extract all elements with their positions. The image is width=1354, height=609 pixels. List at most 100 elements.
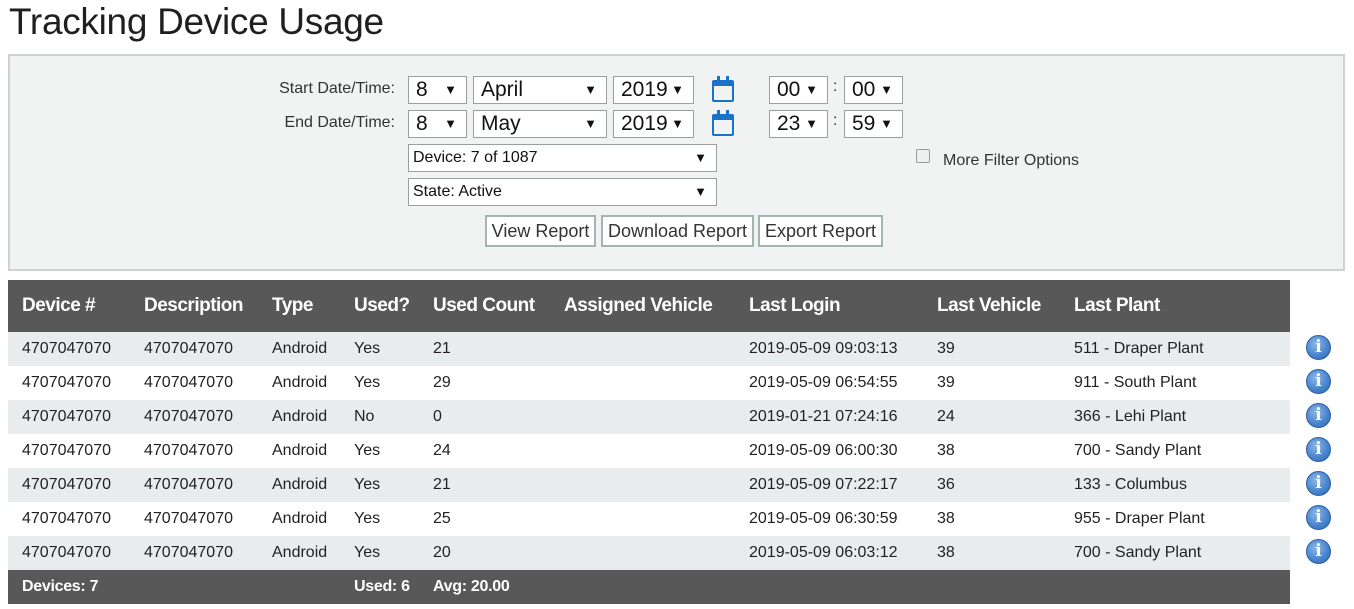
table-cell: 36 bbox=[923, 468, 1060, 502]
info-icon[interactable]: i bbox=[1306, 369, 1331, 394]
table-footer-row: Devices: 7 Used: 6 Avg: 20.00 bbox=[8, 570, 1290, 604]
table-cell: 4707047070 bbox=[8, 366, 130, 400]
view-report-button[interactable]: View Report bbox=[485, 215, 596, 247]
start-day-select[interactable]: 8 ▼ bbox=[408, 76, 467, 104]
start-year-select[interactable]: 2019 ▼ bbox=[613, 76, 694, 104]
info-icon[interactable]: i bbox=[1306, 539, 1331, 564]
end-hour-select[interactable]: 23 ▼ bbox=[769, 110, 828, 138]
start-hour-value: 00 bbox=[777, 78, 801, 101]
table-row[interactable]: 4707047070 4707047070 Android Yes 29 2019-05-… bbox=[8, 366, 1290, 400]
table-cell: 133 - Columbus bbox=[1060, 468, 1290, 502]
table-cell bbox=[550, 400, 735, 434]
more-filter-checkbox[interactable] bbox=[916, 149, 930, 163]
start-day-value: 8 bbox=[416, 78, 428, 101]
download-report-button[interactable]: Download Report bbox=[601, 215, 754, 247]
column-header[interactable]: Device # bbox=[8, 280, 130, 332]
table-row[interactable]: 4707047070 4707047070 Android No 0 2019-01-21… bbox=[8, 400, 1290, 434]
table-cell: 24 bbox=[419, 434, 550, 468]
table-cell: Yes bbox=[340, 434, 419, 468]
used-total: Used: 6 bbox=[340, 570, 419, 604]
table-cell: Yes bbox=[340, 468, 419, 502]
info-icon[interactable]: i bbox=[1306, 335, 1331, 360]
table-cell: Yes bbox=[340, 332, 419, 366]
chevron-down-icon: ▼ bbox=[694, 184, 707, 199]
table-cell: 4707047070 bbox=[130, 502, 258, 536]
table-row[interactable]: 4707047070 4707047070 Android Yes 21 2019-05-… bbox=[8, 332, 1290, 366]
table-cell: 4707047070 bbox=[130, 366, 258, 400]
table-cell: 2019-05-09 06:00:30 bbox=[735, 434, 923, 468]
table-cell: 4707047070 bbox=[8, 468, 130, 502]
table-cell: 38 bbox=[923, 434, 1060, 468]
start-minute-value: 00 bbox=[852, 78, 876, 101]
table-cell: 38 bbox=[923, 536, 1060, 570]
table-cell: 38 bbox=[923, 502, 1060, 536]
start-hour-select[interactable]: 00 ▼ bbox=[769, 76, 828, 104]
end-day-select[interactable]: 8 ▼ bbox=[408, 110, 467, 138]
info-icon[interactable]: i bbox=[1306, 471, 1331, 496]
state-select[interactable]: State: Active ▼ bbox=[408, 178, 717, 206]
time-separator: : bbox=[833, 78, 838, 95]
table-row[interactable]: 4707047070 4707047070 Android Yes 25 2019-05-… bbox=[8, 502, 1290, 536]
calendar-icon[interactable] bbox=[712, 110, 734, 136]
table-cell: 2019-01-21 07:24:16 bbox=[735, 400, 923, 434]
table-cell: 700 - Sandy Plant bbox=[1060, 536, 1290, 570]
end-year-select[interactable]: 2019 ▼ bbox=[613, 110, 694, 138]
column-header[interactable]: Used Count bbox=[419, 280, 550, 332]
start-month-select[interactable]: April ▼ bbox=[473, 76, 607, 104]
table-cell: 21 bbox=[419, 468, 550, 502]
column-header[interactable]: Used? bbox=[340, 280, 419, 332]
table-cell: 4707047070 bbox=[130, 536, 258, 570]
table-cell: 4707047070 bbox=[8, 400, 130, 434]
table-cell: Android bbox=[258, 332, 340, 366]
table-cell: Android bbox=[258, 366, 340, 400]
table-cell: Android bbox=[258, 536, 340, 570]
chevron-down-icon: ▼ bbox=[694, 150, 707, 165]
start-minute-select[interactable]: 00 ▼ bbox=[844, 76, 903, 104]
start-date-label: Start Date/Time: bbox=[279, 80, 395, 97]
export-report-button[interactable]: Export Report bbox=[758, 215, 883, 247]
column-header[interactable]: Last Login bbox=[735, 280, 923, 332]
table-cell bbox=[550, 502, 735, 536]
chevron-down-icon: ▼ bbox=[671, 82, 684, 97]
chevron-down-icon: ▼ bbox=[584, 116, 597, 131]
start-month-value: April bbox=[481, 78, 524, 101]
end-minute-value: 59 bbox=[852, 112, 876, 135]
table-cell: 4707047070 bbox=[130, 400, 258, 434]
table-cell: 2019-05-09 06:54:55 bbox=[735, 366, 923, 400]
table-row[interactable]: 4707047070 4707047070 Android Yes 20 2019-05-… bbox=[8, 536, 1290, 570]
chevron-down-icon: ▼ bbox=[805, 116, 818, 131]
table-cell bbox=[550, 434, 735, 468]
end-date-label: End Date/Time: bbox=[284, 114, 395, 131]
column-header[interactable]: Description bbox=[130, 280, 258, 332]
table-cell: 366 - Lehi Plant bbox=[1060, 400, 1290, 434]
column-header[interactable]: Last Vehicle bbox=[923, 280, 1060, 332]
calendar-icon[interactable] bbox=[712, 76, 734, 102]
chevron-down-icon: ▼ bbox=[880, 116, 893, 131]
info-icon[interactable]: i bbox=[1306, 437, 1331, 462]
end-year-value: 2019 bbox=[621, 112, 668, 135]
info-icon[interactable]: i bbox=[1306, 505, 1331, 530]
column-header[interactable]: Type bbox=[258, 280, 340, 332]
table-cell bbox=[550, 366, 735, 400]
column-header[interactable]: Assigned Vehicle bbox=[550, 280, 735, 332]
end-hour-value: 23 bbox=[777, 112, 801, 135]
table-row[interactable]: 4707047070 4707047070 Android Yes 21 2019-05-… bbox=[8, 468, 1290, 502]
table-cell: 4707047070 bbox=[130, 434, 258, 468]
end-month-select[interactable]: May ▼ bbox=[473, 110, 607, 138]
more-filter-label[interactable]: More Filter Options bbox=[943, 152, 1079, 170]
table-cell: 2019-05-09 09:03:13 bbox=[735, 332, 923, 366]
chevron-down-icon: ▼ bbox=[805, 82, 818, 97]
table-header-row: Device # Description Type Used? Used Cou… bbox=[8, 280, 1290, 332]
table-row[interactable]: 4707047070 4707047070 Android Yes 24 2019-05-… bbox=[8, 434, 1290, 468]
table-cell: 2019-05-09 07:22:17 bbox=[735, 468, 923, 502]
column-header[interactable]: Last Plant bbox=[1060, 280, 1290, 332]
usage-table: Device # Description Type Used? Used Cou… bbox=[8, 280, 1290, 604]
table-cell: 29 bbox=[419, 366, 550, 400]
info-icon[interactable]: i bbox=[1306, 403, 1331, 428]
device-select[interactable]: Device: 7 of 1087 ▼ bbox=[408, 144, 717, 172]
table-cell: 4707047070 bbox=[8, 332, 130, 366]
table-cell: No bbox=[340, 400, 419, 434]
table-cell: 21 bbox=[419, 332, 550, 366]
table-cell: Android bbox=[258, 502, 340, 536]
end-minute-select[interactable]: 59 ▼ bbox=[844, 110, 903, 138]
